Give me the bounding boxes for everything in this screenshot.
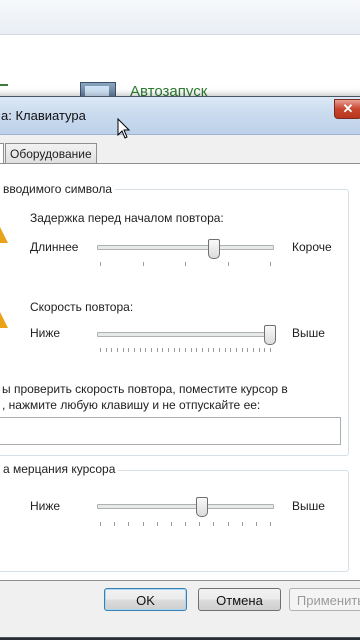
slider-tick: [259, 348, 260, 352]
slider-tick: [145, 348, 146, 352]
dialog-titlebar[interactable]: а: Клавиатура ✕: [0, 97, 360, 135]
slider-tick: [196, 348, 197, 352]
blink-slider-thumb[interactable]: [196, 497, 208, 517]
slider-tick: [114, 522, 115, 526]
slider-tick: [230, 348, 231, 352]
repeat-test-input[interactable]: [0, 417, 341, 445]
blink-slider-track[interactable]: [97, 504, 274, 509]
blink-group-legend: а мерцания курсора: [0, 462, 119, 476]
slider-tick: [247, 348, 248, 352]
slider-tick: [111, 348, 112, 352]
keyboard-properties-dialog: а: Клавиатура ✕ Оборудование вводимого с…: [0, 96, 360, 638]
slider-tick: [242, 348, 243, 352]
slider-tick: [185, 348, 186, 352]
rate-slider-thumb[interactable]: [264, 325, 276, 345]
rate-slider-track[interactable]: [97, 332, 274, 337]
dialog-title: а: Клавиатура: [1, 108, 86, 123]
tab-panel: вводимого символа Задержка перед началом…: [0, 163, 360, 581]
cancel-button[interactable]: Отмена: [198, 588, 281, 611]
rate-label: Скорость повтора:: [30, 300, 134, 314]
delay-slider-thumb[interactable]: [208, 239, 220, 259]
tab-hardware-label: Оборудование: [10, 147, 92, 161]
close-icon: ✕: [342, 101, 354, 116]
rate-slider-ticks: [100, 348, 271, 352]
slider-tick: [208, 348, 209, 352]
delay-slider-ticks: [100, 262, 271, 266]
slider-tick: [143, 262, 144, 266]
slider-tick: [168, 348, 169, 352]
slider-tick: [213, 522, 214, 526]
slider-tick: [143, 522, 144, 526]
delay-slider-track[interactable]: [97, 245, 274, 250]
blink-slider-ticks: [100, 522, 271, 526]
slider-tick: [157, 348, 158, 352]
slider-tick: [270, 522, 271, 526]
repeat-group: [0, 189, 349, 456]
repeat-delay-icon: [0, 227, 8, 243]
slider-tick: [242, 522, 243, 526]
slider-tick: [228, 262, 229, 266]
ok-button-label: OK: [136, 593, 155, 608]
slider-tick: [213, 348, 214, 352]
apply-button: Применить: [289, 588, 360, 611]
slider-tick: [117, 348, 118, 352]
close-button[interactable]: ✕: [334, 99, 360, 119]
slider-tick: [185, 262, 186, 266]
delay-right-label: Короче: [292, 240, 332, 254]
slider-tick: [151, 348, 152, 352]
rate-right-label: Выше: [292, 326, 325, 340]
apply-button-label: Применить: [296, 593, 360, 608]
link-fragment[interactable]: [0, 84, 8, 86]
slider-tick: [100, 522, 101, 526]
cancel-button-label: Отмена: [216, 593, 263, 608]
blink-right-label: Выше: [292, 499, 325, 513]
tab-hardware[interactable]: Оборудование: [5, 143, 97, 163]
delay-label: Задержка перед началом повтора:: [30, 211, 224, 225]
slider-tick: [123, 348, 124, 352]
slider-tick: [264, 348, 265, 352]
repeat-rate-icon: [0, 312, 8, 328]
slider-tick: [191, 348, 192, 352]
control-panel-toolbar: [0, 0, 360, 35]
slider-tick: [185, 522, 186, 526]
slider-tick: [228, 522, 229, 526]
mouse-pointer-icon: [117, 118, 131, 139]
blink-group: [0, 470, 349, 572]
slider-tick: [270, 262, 271, 266]
ok-button[interactable]: OK: [104, 588, 187, 611]
slider-tick: [100, 348, 101, 352]
slider-tick: [128, 348, 129, 352]
slider-tick: [140, 348, 141, 352]
slider-tick: [162, 348, 163, 352]
slider-tick: [253, 348, 254, 352]
slider-tick: [256, 522, 257, 526]
slider-tick: [236, 348, 237, 352]
rate-left-label: Ниже: [30, 326, 61, 340]
test-instruction-line-2: , нажмите любую клавишу и не отпускайте …: [2, 398, 261, 412]
slider-tick: [174, 348, 175, 352]
delay-left-label: Длиннее: [30, 240, 79, 254]
slider-tick: [179, 348, 180, 352]
slider-tick: [270, 348, 271, 352]
blink-left-label: Ниже: [30, 499, 61, 513]
repeat-group-legend: вводимого символа: [0, 182, 116, 196]
slider-tick: [225, 348, 226, 352]
slider-tick: [128, 522, 129, 526]
slider-tick: [100, 262, 101, 266]
slider-tick: [134, 348, 135, 352]
slider-tick: [199, 522, 200, 526]
slider-tick: [219, 348, 220, 352]
slider-tick: [202, 348, 203, 352]
slider-tick: [106, 348, 107, 352]
test-instruction-line-1: ы проверить скорость повтора, поместите …: [2, 382, 288, 396]
slider-tick: [171, 522, 172, 526]
slider-tick: [157, 522, 158, 526]
tab-speed[interactable]: [0, 143, 4, 164]
